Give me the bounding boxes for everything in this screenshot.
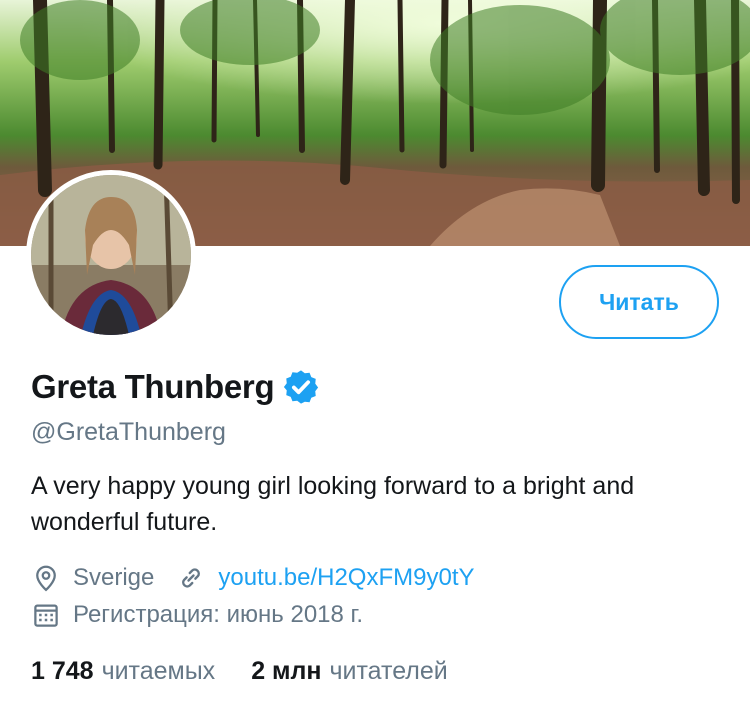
display-name: Greta Thunberg bbox=[31, 368, 275, 405]
following-label: читаемых bbox=[101, 657, 216, 685]
verified-badge-icon bbox=[284, 370, 319, 404]
link-icon bbox=[182, 568, 201, 588]
profile-joined-row: Регистрация: июнь 2018 г. bbox=[31, 600, 363, 630]
followers-count: 2 млн bbox=[251, 657, 322, 685]
profile-bio: A very happy young girl looking forward … bbox=[31, 472, 635, 536]
follow-button[interactable]: Читать bbox=[559, 265, 719, 339]
profile-meta-row: Sverige youtu.be/H2QxFM9y0tY bbox=[31, 563, 475, 593]
map-pin-icon bbox=[36, 565, 56, 592]
avatar[interactable] bbox=[26, 170, 196, 340]
profile-link[interactable]: youtu.be/H2QxFM9y0tY bbox=[218, 564, 474, 592]
profile-name-row: Greta Thunberg bbox=[31, 368, 320, 406]
followers-label: читателей bbox=[329, 657, 448, 685]
avatar-photo bbox=[31, 175, 191, 335]
calendar-icon bbox=[34, 604, 58, 627]
following-count: 1 748 bbox=[31, 657, 94, 685]
profile-location: Sverige bbox=[73, 564, 155, 591]
following-stat[interactable]: 1 748 читаемых bbox=[31, 657, 215, 686]
profile-handle: @GretaThunberg bbox=[31, 418, 226, 446]
profile-joined-date: Регистрация: июнь 2018 г. bbox=[73, 601, 364, 628]
profile-stats: 1 748 читаемых 2 млн читателей bbox=[31, 657, 448, 686]
followers-stat[interactable]: 2 млн читателей bbox=[251, 657, 448, 686]
